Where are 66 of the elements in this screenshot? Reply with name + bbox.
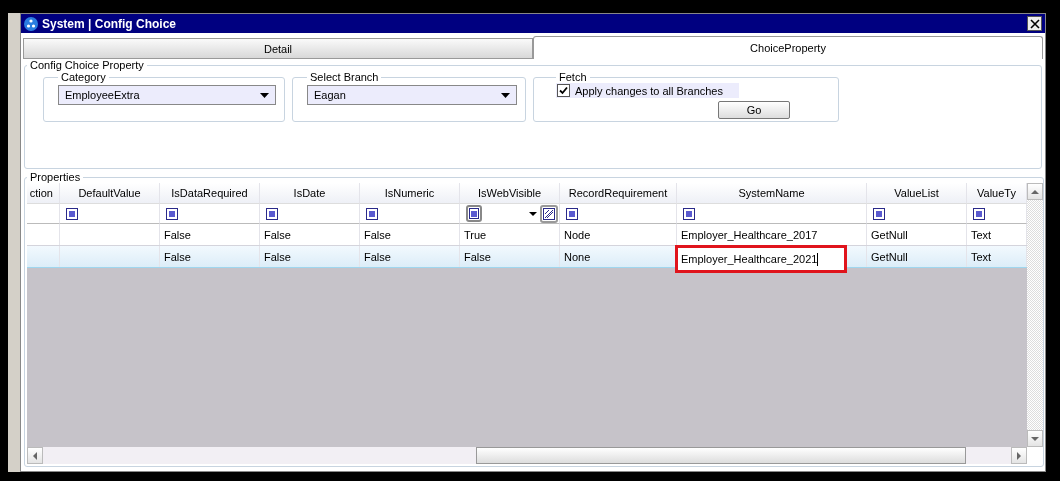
category-dropdown[interactable]: EmployeeExtra (58, 85, 276, 105)
horizontal-scrollbar[interactable] (27, 447, 1027, 464)
table-cell: False (164, 228, 191, 241)
scroll-right-button[interactable] (1011, 447, 1027, 464)
tab[interactable]: ChoiceProperty (533, 36, 1043, 59)
table-cell: GetNull (871, 228, 908, 241)
column-header[interactable]: IsDataRequired (160, 183, 260, 203)
filter-button[interactable] (266, 207, 278, 220)
group-title: Config Choice Property (29, 59, 145, 71)
column-header[interactable]: ValueTy (967, 183, 1027, 203)
filter-button[interactable] (466, 205, 482, 222)
table-cell: GetNull (871, 250, 908, 263)
window-title: System | Config Choice (42, 16, 178, 31)
right-arrow-icon (1017, 451, 1021, 460)
scroll-up-button[interactable] (1027, 183, 1043, 200)
table-cell: True (464, 228, 487, 241)
close-button[interactable] (1027, 16, 1042, 31)
down-arrow-icon (1031, 436, 1039, 441)
caret-icon (260, 92, 269, 98)
column-header[interactable]: DefaultValue (60, 183, 160, 203)
table-cell: False (264, 228, 291, 241)
clear-filter-button[interactable] (540, 204, 558, 223)
group-title: Fetch (558, 71, 588, 83)
column-header[interactable]: IsWebVisible (460, 183, 560, 203)
group-title: Select Branch (309, 71, 380, 83)
up-arrow-icon (1031, 189, 1039, 194)
group-title: Properties (29, 171, 82, 183)
vertical-scrollbar[interactable] (1027, 183, 1043, 447)
checkbox[interactable] (557, 84, 570, 97)
app-icon (24, 16, 38, 31)
table-cell: None (564, 250, 591, 263)
column-header[interactable]: IsDate (260, 183, 360, 203)
column-header[interactable]: ValueList (867, 183, 967, 203)
column-header[interactable]: RecordRequirement (560, 183, 677, 203)
scroll-down-button[interactable] (1027, 430, 1043, 447)
filter-button[interactable] (166, 207, 178, 220)
group-title: Category (60, 71, 107, 83)
filter-button[interactable] (366, 207, 378, 220)
table-cell: Text (971, 228, 992, 241)
table-cell: Text (971, 250, 992, 263)
input-field[interactable]: Employer_Healthcare_2021 (677, 247, 845, 271)
table-cell: False (464, 250, 491, 263)
left-arrow-icon (33, 451, 37, 460)
table-cell: False (364, 250, 391, 263)
table-cell: False (164, 250, 191, 263)
filter-button[interactable] (973, 207, 985, 220)
branch-dropdown[interactable]: Eagan (307, 85, 517, 105)
table-cell: Node (564, 228, 591, 241)
filter-button[interactable] (566, 207, 578, 220)
close-icon (1029, 18, 1040, 29)
table-cell: False (264, 250, 291, 263)
scroll-left-button[interactable] (27, 447, 43, 464)
column-header[interactable]: SystemName (677, 183, 867, 203)
checkbox-label: Apply changes to all Branches (575, 84, 723, 97)
column-header[interactable]: IsNumeric (360, 183, 460, 203)
filter-button[interactable] (66, 207, 78, 220)
go-button[interactable]: Go (718, 101, 790, 119)
caret-icon (501, 92, 510, 98)
filter-button[interactable] (683, 207, 695, 220)
tab[interactable]: Detail (23, 38, 533, 59)
filter-button[interactable] (873, 207, 885, 220)
table-cell: Employer_Healthcare_2017 (681, 228, 818, 241)
caret-icon[interactable] (529, 211, 537, 216)
table-cell: False (364, 228, 391, 241)
scroll-thumb[interactable] (476, 447, 966, 464)
column-header[interactable]: ction (27, 183, 60, 203)
